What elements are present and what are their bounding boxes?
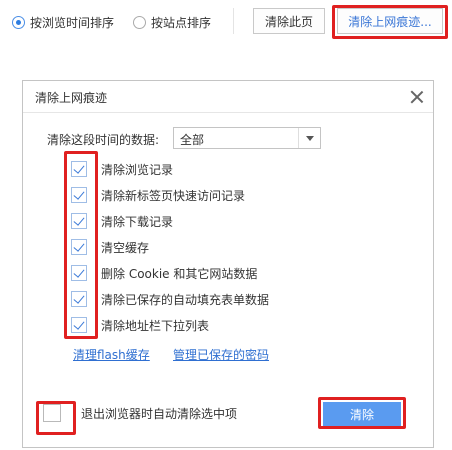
- clear-button[interactable]: 清除: [323, 402, 401, 426]
- checkbox-checked-icon[interactable]: [71, 265, 87, 281]
- option-label: 清空缓存: [101, 240, 150, 255]
- option-label: 清除地址栏下拉列表: [101, 318, 210, 333]
- option-label: 清除已保存的自动填充表单数据: [101, 292, 270, 307]
- option-clear-new-tab-records[interactable]: 清除新标签页快速访问记录: [71, 186, 245, 204]
- close-icon[interactable]: [410, 90, 424, 104]
- radio-checked-icon[interactable]: [12, 15, 25, 29]
- clear-page-button[interactable]: 清除此页: [253, 8, 325, 34]
- time-range-label: 清除这段时间的数据:: [47, 133, 160, 147]
- clear-flash-cache-link[interactable]: 清理flash缓存: [73, 346, 150, 363]
- checkbox-checked-icon[interactable]: [71, 317, 87, 333]
- option-label: 清除浏览记录: [101, 162, 174, 177]
- sort-by-time-radio[interactable]: 按浏览时间排序: [12, 14, 114, 30]
- option-label: 清除下载记录: [101, 214, 174, 229]
- clear-history-dialog: 清除上网痕迹 清除这段时间的数据: 全部 清除浏览记录 清除新标签页快速访问记录…: [22, 80, 434, 448]
- sort-by-site-radio[interactable]: 按站点排序: [133, 14, 211, 30]
- auto-clear-on-exit-option[interactable]: 退出浏览器时自动清除选中项: [43, 403, 237, 423]
- option-clear-cache[interactable]: 清空缓存: [71, 238, 149, 256]
- option-delete-cookies[interactable]: 删除 Cookie 和其它网站数据: [71, 264, 257, 282]
- radio-unchecked-icon[interactable]: [133, 15, 146, 29]
- time-range-value: 全部: [180, 133, 205, 147]
- time-range-select[interactable]: 全部: [173, 127, 321, 149]
- option-label: 删除 Cookie 和其它网站数据: [101, 266, 258, 281]
- dropdown-button[interactable]: [298, 128, 320, 148]
- auto-clear-label: 退出浏览器时自动清除选中项: [81, 406, 238, 421]
- dialog-title: 清除上网痕迹: [35, 91, 108, 105]
- checkbox-checked-icon[interactable]: [71, 161, 87, 177]
- dialog-titlebar: 清除上网痕迹: [23, 81, 433, 113]
- checkbox-unchecked-icon[interactable]: [43, 404, 61, 422]
- checkbox-checked-icon[interactable]: [71, 213, 87, 229]
- sort-by-time-label: 按浏览时间排序: [30, 15, 115, 30]
- clear-history-button[interactable]: 清除上网痕迹...: [337, 8, 443, 34]
- history-toolbar: 按浏览时间排序 按站点排序 清除此页 清除上网痕迹...: [0, 0, 452, 44]
- manage-passwords-link[interactable]: 管理已保存的密码: [173, 346, 269, 363]
- option-clear-address-bar-list[interactable]: 清除地址栏下拉列表: [71, 316, 209, 334]
- toolbar-divider: [233, 8, 234, 34]
- checkbox-checked-icon[interactable]: [71, 187, 87, 203]
- option-clear-browsing-history[interactable]: 清除浏览记录: [71, 160, 173, 178]
- option-clear-download-history[interactable]: 清除下载记录: [71, 212, 173, 230]
- option-label: 清除新标签页快速访问记录: [101, 188, 246, 203]
- checkbox-checked-icon[interactable]: [71, 239, 87, 255]
- sort-by-site-label: 按站点排序: [151, 15, 212, 30]
- chevron-down-icon: [306, 136, 314, 141]
- option-clear-autofill[interactable]: 清除已保存的自动填充表单数据: [71, 290, 269, 308]
- checkbox-checked-icon[interactable]: [71, 291, 87, 307]
